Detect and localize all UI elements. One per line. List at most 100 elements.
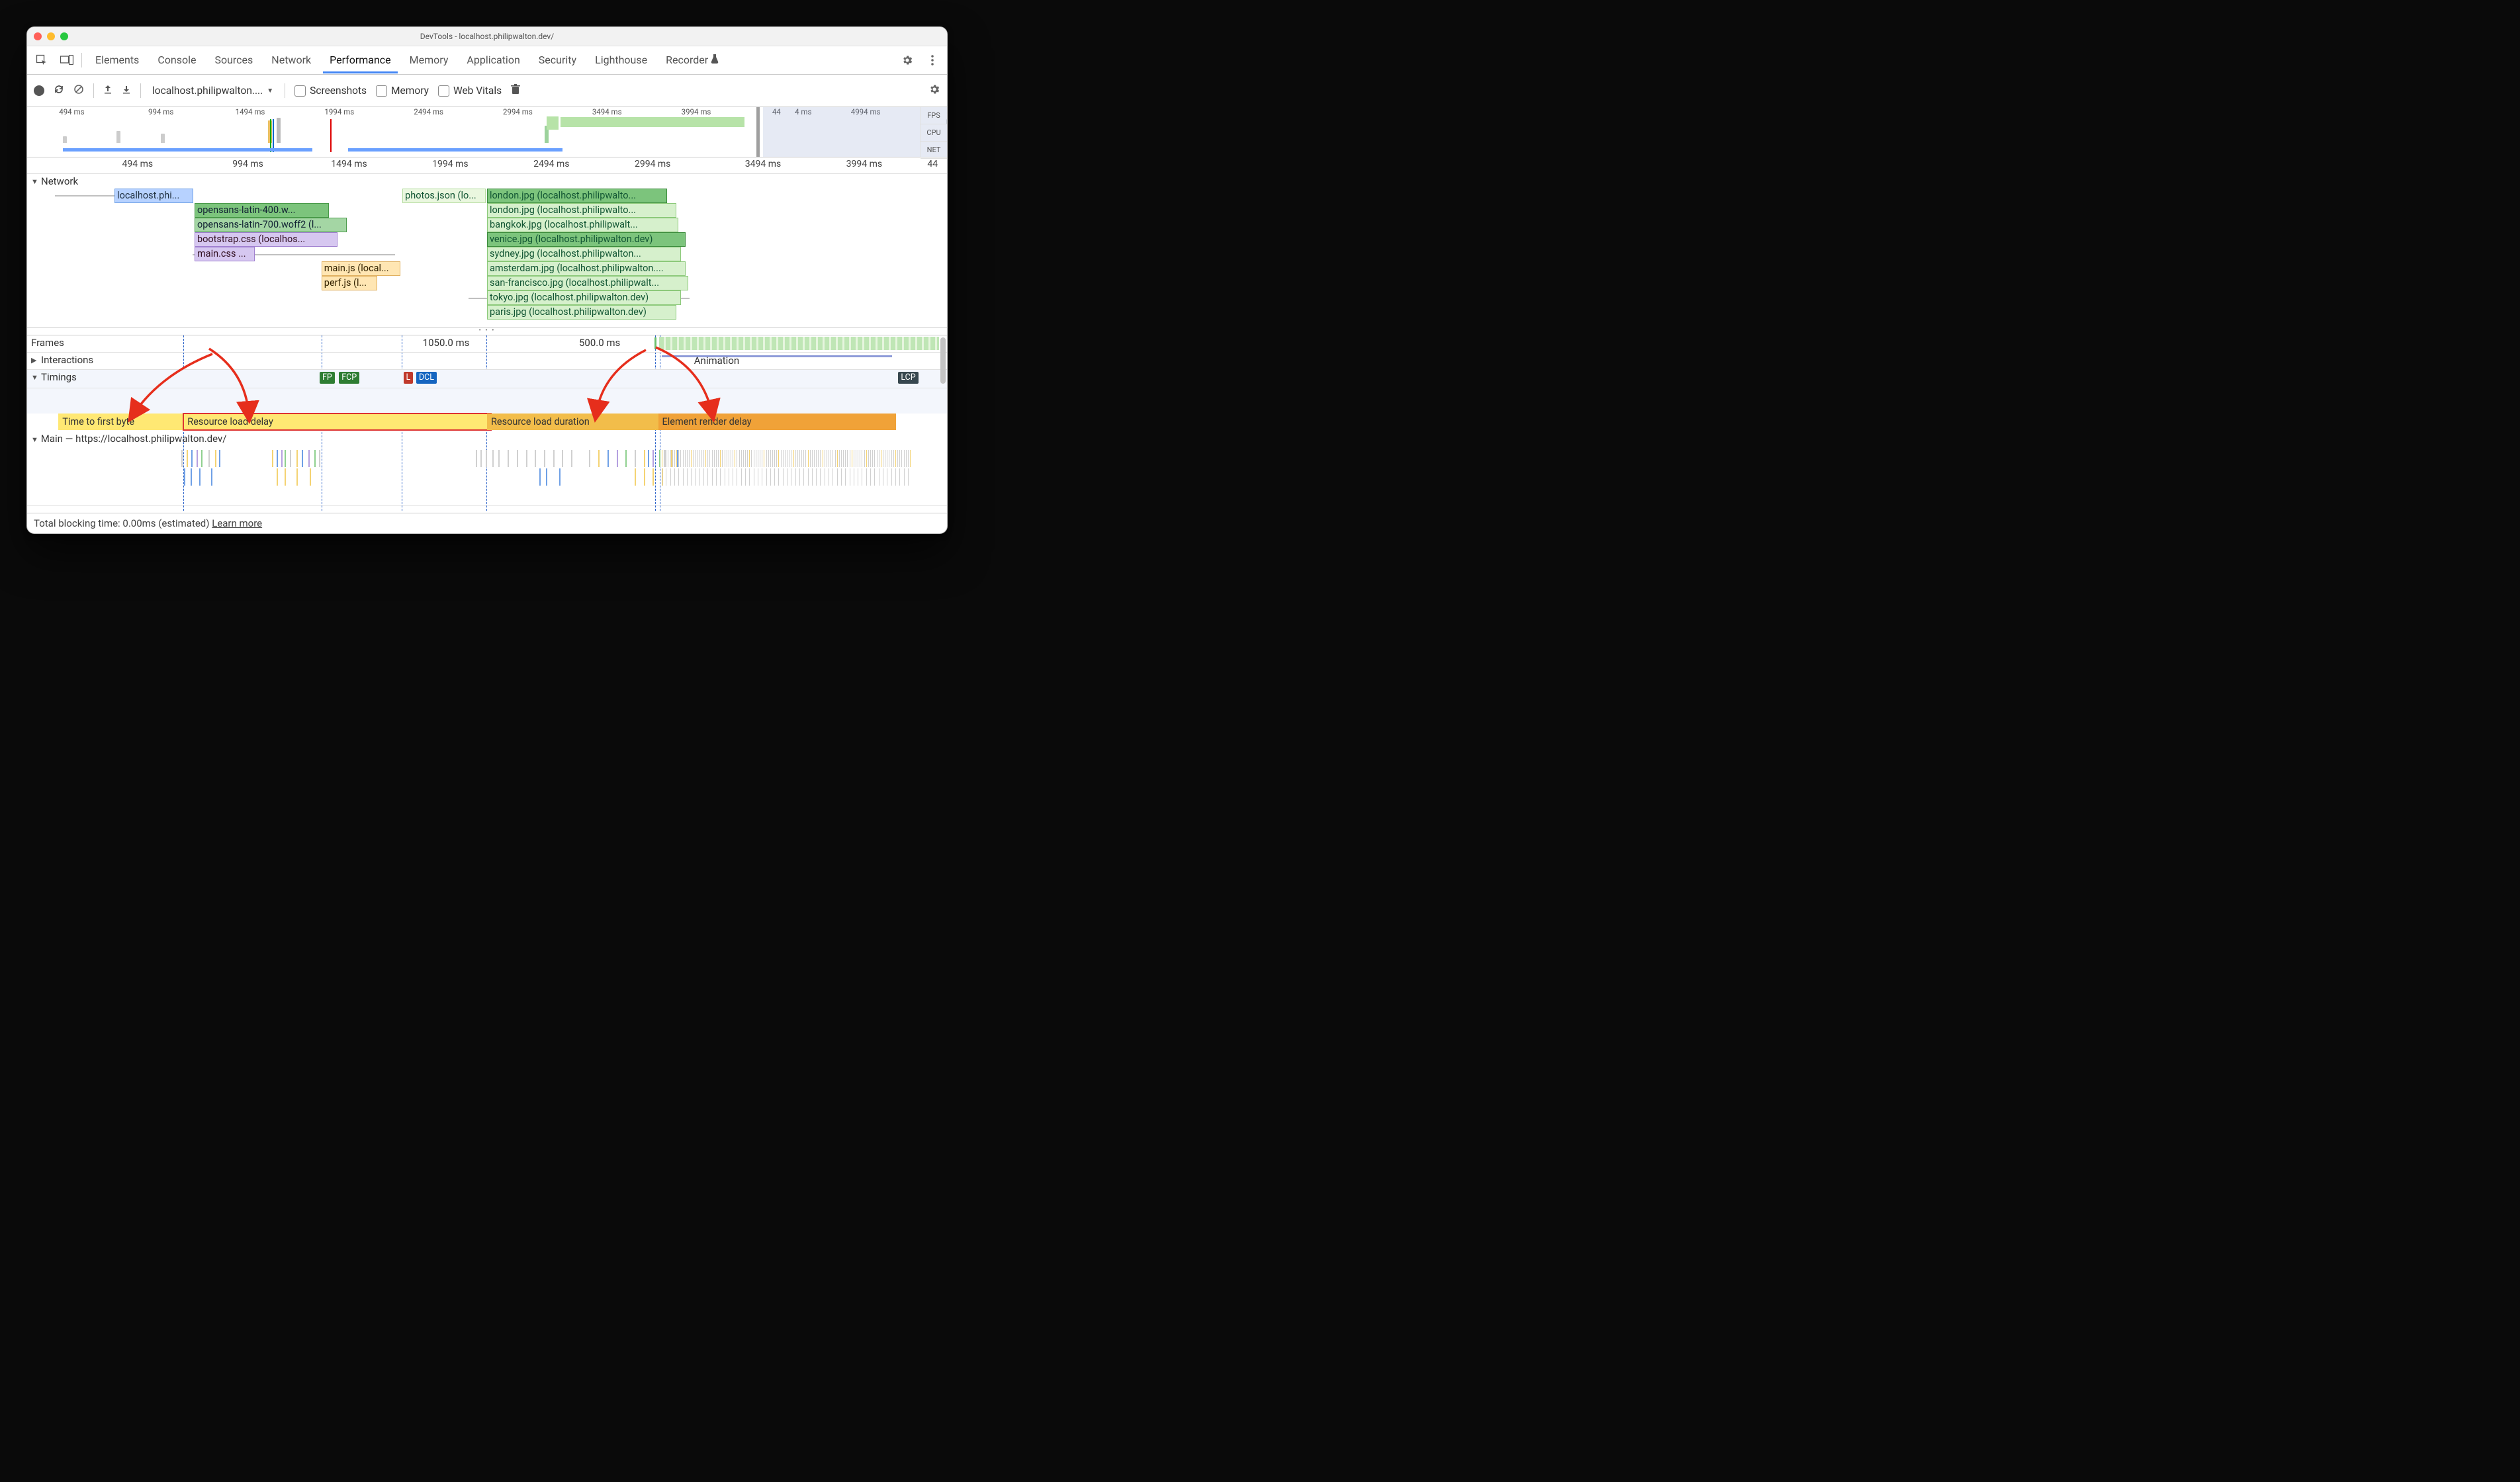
tab-performance[interactable]: Performance <box>320 48 400 73</box>
network-request[interactable]: bangkok.jpg (localhost.philipwalt... <box>487 218 678 232</box>
overview-handle[interactable] <box>756 107 760 157</box>
tab-network[interactable]: Network <box>262 48 320 73</box>
time-ruler[interactable]: 44 494 ms994 ms1494 ms1994 ms2494 ms2994… <box>27 157 947 174</box>
webvitals-toggle[interactable]: Web Vitals <box>438 85 502 97</box>
splitter[interactable]: • • • <box>27 328 947 335</box>
perf-toolbar: localhost.philipwalton.... ▼ Screenshots… <box>27 75 947 107</box>
tab-lighthouse[interactable]: Lighthouse <box>586 48 656 73</box>
window-title: DevTools - localhost.philipwalton.dev/ <box>27 32 947 41</box>
interactions-label: Interactions <box>41 354 93 366</box>
lcp-phase[interactable]: Resource load delay <box>183 414 491 430</box>
overview-tick: 2994 ms <box>503 107 533 116</box>
download-icon[interactable] <box>122 85 131 97</box>
frame-time-2: 500.0 ms <box>579 337 620 349</box>
network-request[interactable]: localhost.phi... <box>114 189 193 203</box>
lcp-phase-row[interactable]: Time to first byteResource load delayRes… <box>27 414 947 431</box>
main-thread-lane[interactable]: ▼ Main — https://localhost.philipwalton.… <box>27 431 947 505</box>
network-request[interactable]: bootstrap.css (localhos... <box>195 232 338 247</box>
checkbox-icon <box>438 85 449 97</box>
lcp-phase[interactable]: Resource load duration <box>487 414 662 430</box>
lcp-phase[interactable]: Time to first byte <box>58 414 187 430</box>
profile-name: localhost.philipwalton.... <box>152 85 263 97</box>
frame-time-1: 1050.0 ms <box>423 337 470 349</box>
net-label: NET <box>921 142 947 159</box>
ruler-tick: 3494 ms <box>745 159 781 169</box>
overview-tick: 4994 ms <box>851 107 881 116</box>
separator <box>93 83 94 98</box>
network-request[interactable]: london.jpg (localhost.philipwalto... <box>487 203 676 218</box>
disclosure-down-icon: ▼ <box>31 177 38 186</box>
scrollbar-thumb[interactable] <box>940 337 946 384</box>
network-request[interactable]: photos.json (lo... <box>402 189 486 203</box>
webvitals-label: Web Vitals <box>453 85 502 97</box>
tab-sources[interactable]: Sources <box>205 48 262 73</box>
ruler-tick: 494 ms <box>122 159 154 169</box>
blocking-time-label: Total blocking time: 0.00ms (estimated) <box>34 517 210 529</box>
profile-select[interactable]: localhost.philipwalton.... ▼ <box>150 83 275 99</box>
kebab-menu-icon[interactable] <box>922 50 943 71</box>
network-waterfall[interactable]: localhost.phi...opensans-latin-400.w...o… <box>27 189 947 328</box>
overview-tick: 4 ms <box>795 107 811 116</box>
timing-marker-lcp[interactable]: LCP <box>898 372 918 384</box>
network-request[interactable]: paris.jpg (localhost.philipwalton.dev) <box>487 305 676 320</box>
network-lane-header[interactable]: ▼ Network <box>27 174 947 189</box>
device-toolbar-icon[interactable] <box>56 50 77 71</box>
ruler-tick: 2994 ms <box>635 159 670 169</box>
tab-security[interactable]: Security <box>529 48 586 73</box>
overview-tick: 1494 ms <box>236 107 265 116</box>
network-request[interactable]: london.jpg (localhost.philipwalto... <box>487 189 667 203</box>
learn-more-link[interactable]: Learn more <box>212 517 262 529</box>
overview-tick: 1994 ms <box>324 107 354 116</box>
network-request[interactable]: san-francisco.jpg (localhost.philipwalt.… <box>487 276 688 290</box>
network-request[interactable]: perf.js (l... <box>322 276 377 290</box>
network-request[interactable]: sydney.jpg (localhost.philipwalton... <box>487 247 681 261</box>
network-request[interactable]: main.css ... <box>195 247 255 261</box>
fps-label: FPS <box>921 107 947 124</box>
ruler-tick: 1994 ms <box>432 159 468 169</box>
overview-tick: 44 <box>772 107 781 116</box>
network-request[interactable]: main.js (local... <box>322 261 400 276</box>
screenshots-toggle[interactable]: Screenshots <box>294 85 367 97</box>
memory-label: Memory <box>391 85 429 97</box>
tab-elements[interactable]: Elements <box>86 48 148 73</box>
inspect-element-icon[interactable] <box>31 50 52 71</box>
network-request[interactable]: venice.jpg (localhost.philipwalton.dev) <box>487 232 686 247</box>
tab-recorder[interactable]: Recorder <box>656 48 728 73</box>
network-request[interactable]: tokyo.jpg (localhost.philipwalton.dev) <box>487 290 681 305</box>
timings-lane[interactable]: ▼ Timings FPFCPLDCLLCP <box>27 370 947 388</box>
traffic-lights <box>34 32 68 40</box>
record-icon[interactable] <box>34 85 44 96</box>
network-label: Network <box>41 175 78 187</box>
trash-icon[interactable] <box>511 84 520 97</box>
overview-tick: 3494 ms <box>592 107 622 116</box>
memory-toggle[interactable]: Memory <box>376 85 429 97</box>
network-request[interactable]: opensans-latin-700.woff2 (l... <box>195 218 347 232</box>
tab-application[interactable]: Application <box>457 48 529 73</box>
lower-panel: Frames 1050.0 ms 500.0 ms ▶ Interactions… <box>27 335 947 513</box>
timing-marker-fp[interactable]: FP <box>320 372 335 384</box>
frames-lane[interactable]: Frames 1050.0 ms 500.0 ms <box>27 335 947 353</box>
upload-icon[interactable] <box>103 85 112 97</box>
tab-console[interactable]: Console <box>148 48 205 73</box>
timing-marker-dcl[interactable]: DCL <box>416 372 437 384</box>
interactions-lane[interactable]: ▶ Interactions Animation <box>27 353 947 370</box>
lcp-phase[interactable]: Element render delay <box>658 414 896 430</box>
window-close-icon[interactable] <box>34 32 42 40</box>
window-zoom-icon[interactable] <box>60 32 68 40</box>
clear-icon[interactable] <box>73 84 84 97</box>
timing-marker-fcp[interactable]: FCP <box>339 372 359 384</box>
window-minimize-icon[interactable] <box>47 32 55 40</box>
panel-settings-icon[interactable] <box>928 83 940 98</box>
timing-marker-l[interactable]: L <box>404 372 414 384</box>
network-request[interactable]: amsterdam.jpg (localhost.philipwalton...… <box>487 261 686 276</box>
settings-icon[interactable] <box>897 50 918 71</box>
reload-icon[interactable] <box>54 84 64 97</box>
footer: Total blocking time: 0.00ms (estimated) … <box>27 513 947 533</box>
network-request[interactable]: opensans-latin-400.w... <box>195 203 329 218</box>
disclosure-down-icon: ▼ <box>31 435 38 444</box>
overview-timeline[interactable]: 494 ms994 ms1494 ms1994 ms2494 ms2994 ms… <box>27 107 947 157</box>
checkbox-icon <box>376 85 387 97</box>
checkbox-icon <box>294 85 306 97</box>
tab-memory[interactable]: Memory <box>400 48 458 73</box>
overview-tick: 2494 ms <box>414 107 443 116</box>
